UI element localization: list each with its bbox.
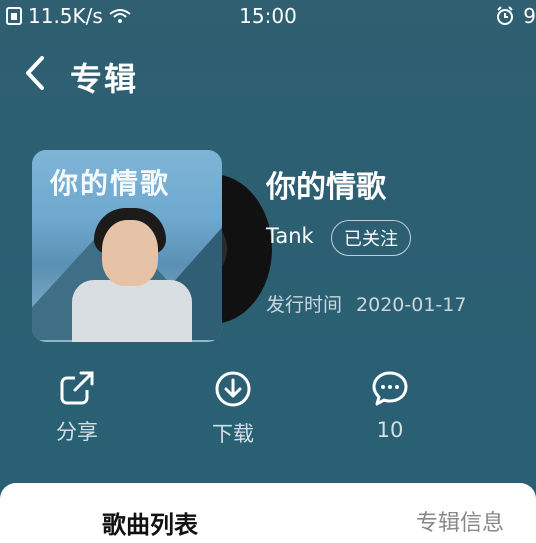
cover-title: 你的情歌 — [50, 167, 171, 200]
artist-name[interactable]: Tank — [266, 224, 314, 248]
more-icon — [527, 370, 536, 406]
bottom-sheet: 歌曲列表 专辑信息 — [0, 483, 536, 543]
download-icon — [215, 371, 251, 407]
status-right: 9 — [495, 4, 536, 28]
release-date: 2020-01-17 — [356, 294, 467, 316]
wifi-icon — [109, 9, 131, 23]
download-label: 下载 — [212, 422, 254, 446]
top-bar: 专辑 — [0, 48, 536, 98]
status-right-partial: 9 — [523, 4, 536, 28]
release-info: 发行时间 2020-01-17 — [266, 290, 480, 317]
status-left: 11.5K/s — [6, 4, 131, 28]
comment-button[interactable]: 10 — [350, 370, 430, 450]
status-bar: 11.5K/s 15:00 9 — [0, 0, 536, 32]
album-cover[interactable]: 你的情歌 — [32, 150, 222, 342]
tab-album-info[interactable]: 专辑信息 — [416, 505, 504, 537]
network-speed: 11.5K/s — [28, 4, 103, 28]
more-button[interactable]: 多 — [505, 370, 536, 450]
download-button[interactable]: 下载 — [193, 370, 273, 450]
comment-count: 10 — [376, 418, 404, 442]
share-label: 分享 — [56, 420, 98, 444]
sim-icon — [6, 7, 22, 25]
album-cover-area[interactable]: 你的情歌 — [32, 150, 272, 342]
release-label: 发行时间 — [266, 294, 343, 316]
cover-person-body — [72, 280, 192, 342]
back-icon[interactable] — [22, 54, 48, 92]
action-row: 分享 下载 10 多 — [0, 370, 536, 450]
share-button[interactable]: 分享 — [37, 370, 117, 450]
album-name: 你的情歌 — [266, 170, 386, 205]
status-time: 15:00 — [239, 4, 297, 28]
page-title: 专辑 — [70, 60, 139, 98]
follow-button[interactable]: 已关注 — [331, 220, 411, 256]
comment-icon — [372, 371, 408, 406]
cover-person-face — [102, 220, 158, 286]
share-icon — [60, 371, 94, 405]
more-label: 多 — [505, 416, 536, 446]
tab-song-list[interactable]: 歌曲列表 — [102, 505, 198, 540]
alarm-icon — [497, 6, 514, 25]
